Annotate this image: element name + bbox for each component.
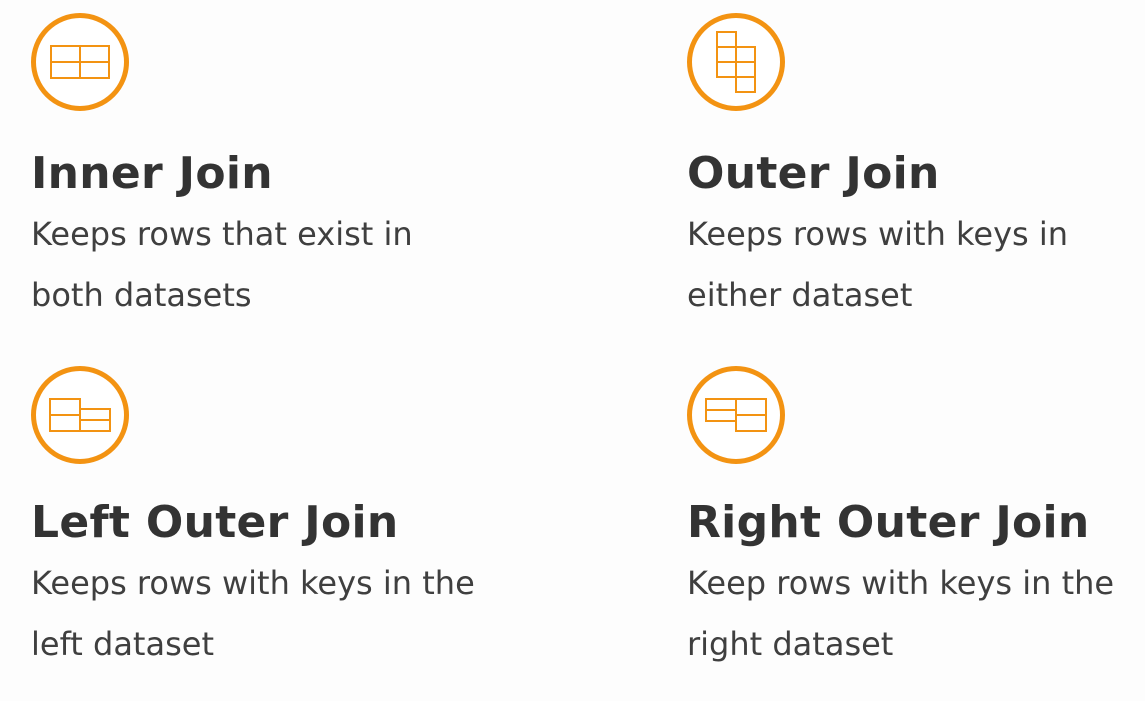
right-outer-join-title: Right Outer Join (687, 497, 1090, 548)
left-outer-join-desc-line-2: left dataset (31, 625, 214, 663)
left-outer-join-card: Left Outer Join Keeps rows with keys in … (31, 366, 475, 675)
right-outer-join-table-icon (687, 366, 785, 464)
outer-join-description: Keeps rows with keys in either dataset (687, 204, 1145, 326)
right-outer-join-card: Right Outer Join Keep rows with keys in … (687, 366, 1127, 675)
right-outer-join-desc-line-1: Keep rows with keys in the (687, 564, 1115, 602)
inner-join-card: Inner Join Keeps rows that exist in both… (31, 13, 471, 326)
inner-join-title: Inner Join (31, 148, 273, 199)
left-outer-join-table-icon (31, 366, 129, 464)
right-outer-join-desc-line-2: right dataset (687, 625, 894, 663)
outer-join-card: Outer Join Keeps rows with keys in eithe… (687, 13, 1127, 326)
outer-join-table-icon (687, 13, 785, 111)
outer-join-desc-line-2: either dataset (687, 276, 913, 314)
inner-join-description: Keeps rows that exist in both datasets (31, 204, 511, 326)
left-outer-join-description: Keeps rows with keys in the left dataset (31, 553, 511, 675)
inner-join-desc-line-2: both datasets (31, 276, 252, 314)
left-outer-join-desc-line-1: Keeps rows with keys in the (31, 564, 475, 602)
outer-join-title: Outer Join (687, 148, 940, 199)
inner-join-desc-line-1: Keeps rows that exist in (31, 215, 413, 253)
right-outer-join-description: Keep rows with keys in the right dataset (687, 553, 1145, 675)
outer-join-desc-line-1: Keeps rows with keys in (687, 215, 1069, 253)
inner-join-table-icon (31, 13, 129, 111)
left-outer-join-title: Left Outer Join (31, 497, 399, 548)
